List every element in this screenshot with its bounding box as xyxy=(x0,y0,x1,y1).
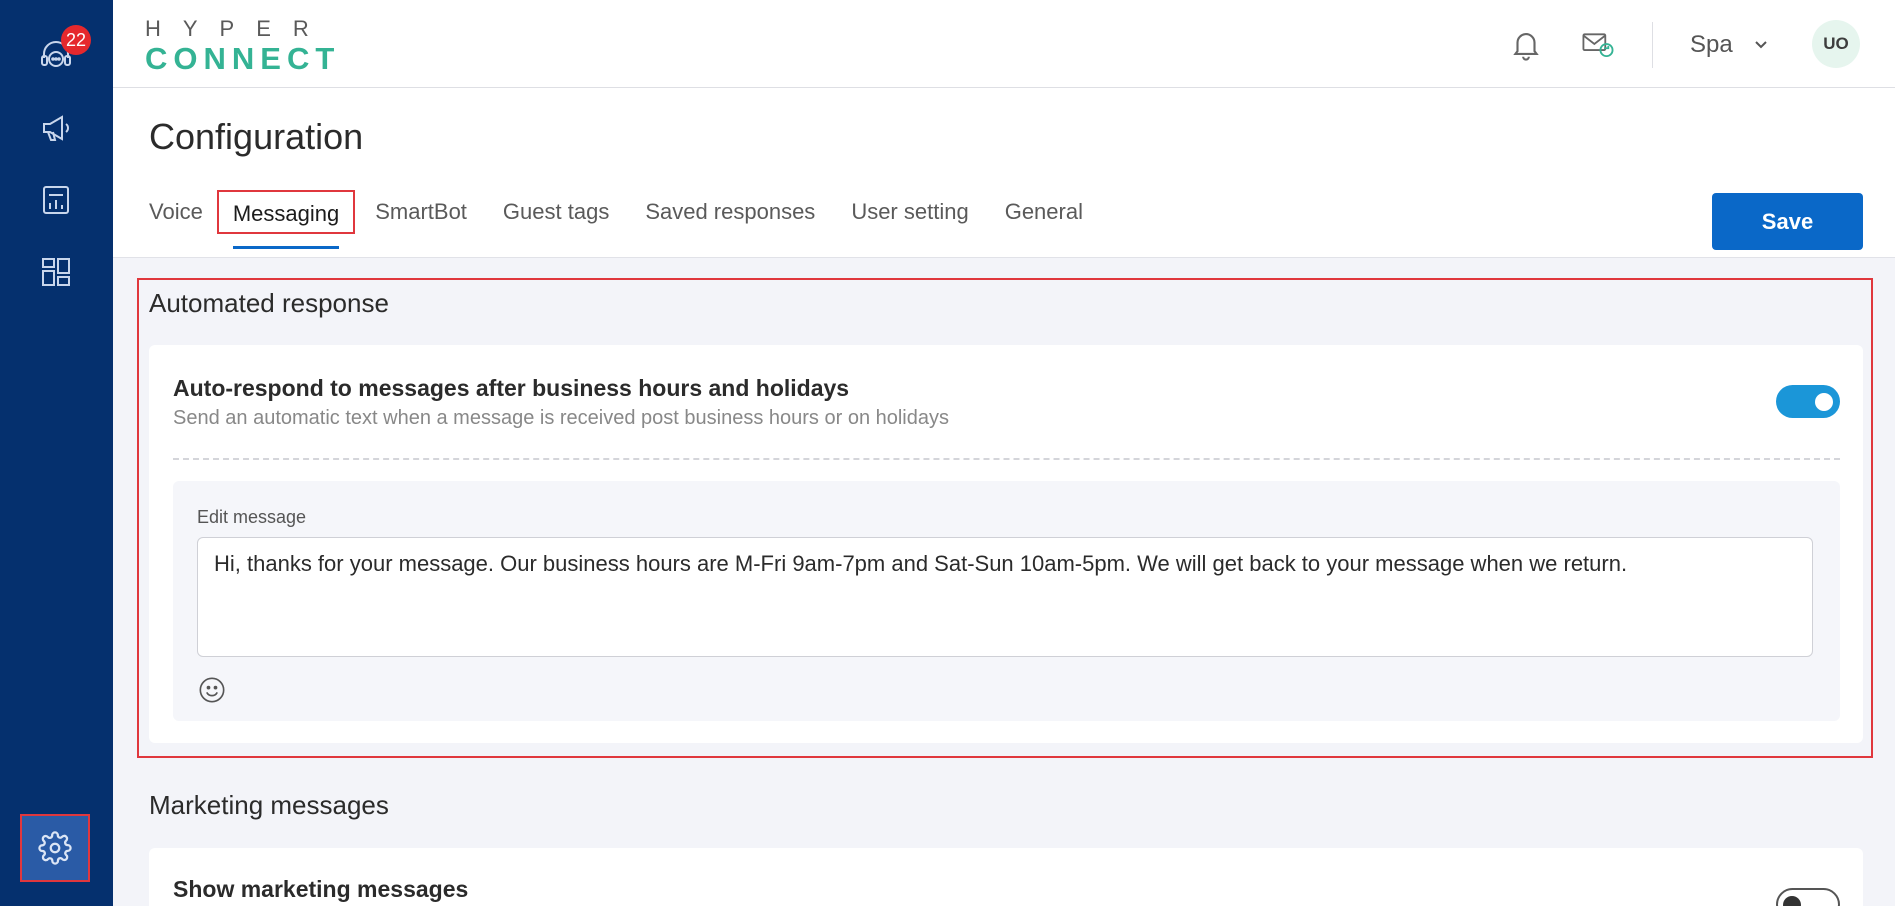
toggle-knob xyxy=(1815,393,1833,411)
auto-respond-toggle[interactable] xyxy=(1776,385,1840,418)
user-avatar[interactable]: UO xyxy=(1812,20,1860,68)
top-header: HYPER CONNECT Spa UO xyxy=(113,0,1895,88)
save-button[interactable]: Save xyxy=(1712,193,1863,250)
tab-smartbot[interactable]: SmartBot xyxy=(375,190,467,234)
edit-message-box: Edit message Hi, thanks for your message… xyxy=(173,481,1840,721)
dashed-divider xyxy=(173,458,1840,460)
settings-button[interactable] xyxy=(20,814,90,882)
dashboard-icon[interactable] xyxy=(28,244,84,300)
tab-guest-tags[interactable]: Guest tags xyxy=(503,190,609,234)
mail-sync-icon[interactable] xyxy=(1578,24,1618,64)
tab-messaging[interactable]: Messaging xyxy=(216,190,356,249)
chevron-down-icon xyxy=(1754,41,1767,49)
auto-respond-card: Auto-respond to messages after business … xyxy=(149,345,1863,743)
logo-top-text: HYPER xyxy=(145,16,331,41)
marketing-section-title: Marketing messages xyxy=(149,790,389,820)
location-label: Spa xyxy=(1690,31,1733,58)
tab-saved-responses[interactable]: Saved responses xyxy=(645,190,815,234)
report-icon[interactable] xyxy=(28,172,84,228)
tab-general[interactable]: General xyxy=(1005,190,1083,234)
logo-bottom-text: CONNECT xyxy=(145,41,341,76)
toggle-knob xyxy=(1783,896,1801,906)
auto-respond-description: Send an automatic text when a message is… xyxy=(173,407,949,429)
marketing-toggle[interactable] xyxy=(1776,888,1840,906)
header-divider xyxy=(1652,22,1653,68)
marketing-card: Show marketing messages xyxy=(149,848,1863,906)
emoji-icon[interactable] xyxy=(197,675,227,705)
notification-badge: 22 xyxy=(61,25,92,55)
edit-message-label: Edit message xyxy=(197,507,307,527)
automated-response-section: Automated response Auto-respond to messa… xyxy=(137,278,1873,758)
megaphone-icon[interactable] xyxy=(28,100,84,156)
page-title: Configuration xyxy=(149,116,364,157)
auto-respond-title: Auto-respond to messages after business … xyxy=(173,375,850,401)
message-textarea[interactable]: Hi, thanks for your message. Our busines… xyxy=(197,537,1813,657)
section-title: Automated response xyxy=(149,288,389,318)
hyperconnect-logo[interactable]: HYPER CONNECT xyxy=(145,16,345,76)
config-tabs: Voice Messaging SmartBot Guest tags Save… xyxy=(149,190,1119,249)
tab-voice[interactable]: Voice xyxy=(149,190,203,234)
sidebar: 22 xyxy=(0,0,113,906)
location-selector[interactable]: Spa xyxy=(1690,30,1771,60)
tab-user-setting[interactable]: User setting xyxy=(851,190,968,234)
page-top: Configuration Voice Messaging SmartBot G… xyxy=(113,88,1895,258)
gear-icon xyxy=(38,831,72,865)
bell-icon[interactable] xyxy=(1506,24,1546,64)
marketing-card-title: Show marketing messages xyxy=(173,876,469,902)
